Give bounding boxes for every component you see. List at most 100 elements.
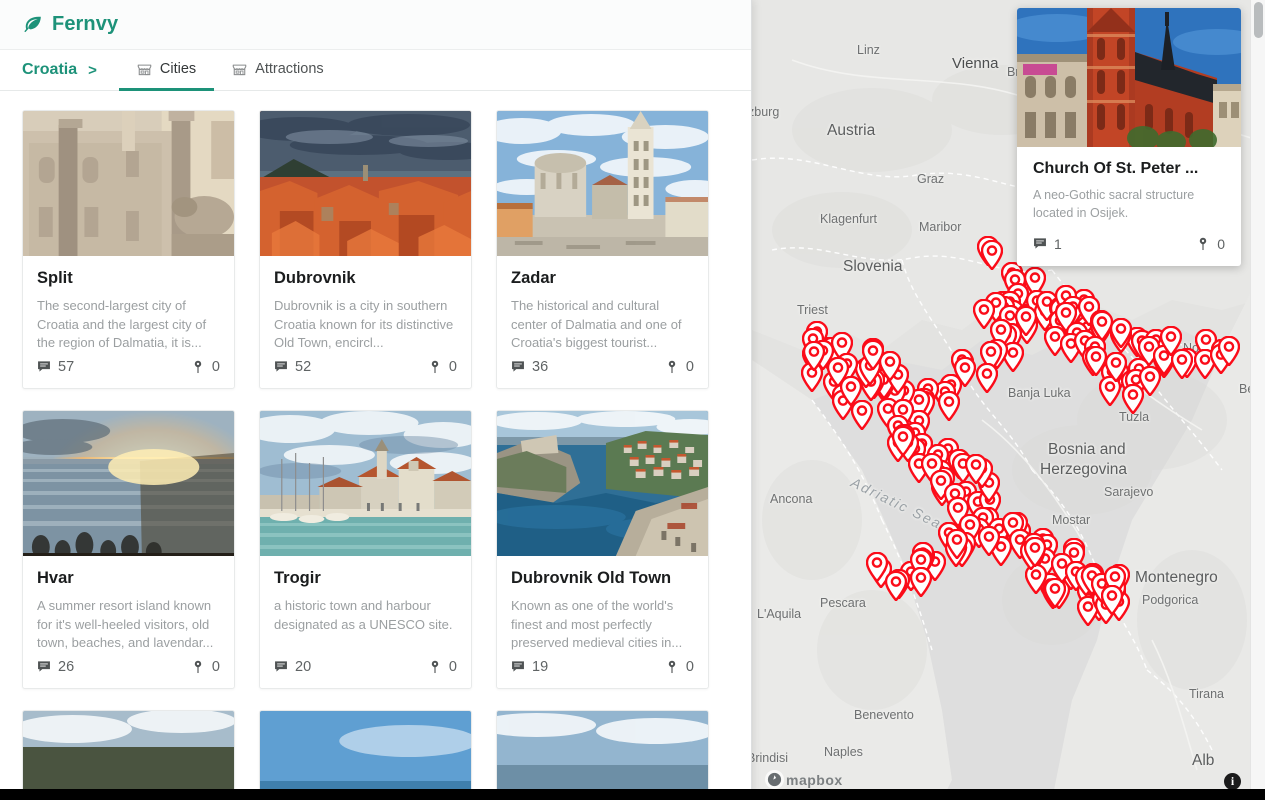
map-marker[interactable] [981,240,1003,270]
map-pin-icon [431,660,439,674]
pins-count-value: 0 [448,659,457,675]
map-marker-popup[interactable]: Church Of St. Peter ... A neo-Gothic sac… [1017,8,1241,266]
map-marker[interactable] [1139,366,1161,396]
map-marker[interactable] [1101,585,1123,615]
card-item[interactable]: Trogir a historic town and harbour desig… [259,410,472,689]
card-image [497,411,708,556]
notes-count-value: 19 [532,659,549,675]
storefront-icon [137,64,152,75]
card-body: Split The second-largest city of Croatia… [23,256,234,353]
notes-count: 1 [1033,236,1062,252]
notes-icon [275,661,287,672]
card-body: Hvar A summer resort island known for it… [23,556,234,653]
card-title: Trogir [274,569,321,587]
card-item[interactable]: Hvar A summer resort island known for it… [22,410,235,689]
next-card-photo [260,711,471,800]
card-item[interactable] [22,710,235,800]
card-description: The historical and cultural center of Da… [511,298,682,350]
card-image [260,411,471,556]
card-meta: 26 0 [23,653,234,688]
tab-bar: Croatia > Cities Attractions [0,50,752,91]
map-marker[interactable] [862,340,884,370]
map-marker[interactable] [866,552,888,582]
map-pin-icon [668,360,676,374]
map-marker[interactable] [938,391,960,421]
window-bottom-edge [0,789,1265,800]
card-item[interactable]: Dubrovnik Dubrovnik is a city in souther… [259,110,472,389]
map-marker[interactable] [885,571,907,601]
card-description: a historic town and harbour designated a… [274,598,453,632]
map-marker[interactable] [1171,349,1193,379]
tab-cities[interactable]: Cities [118,50,215,91]
map-pin-icon [431,360,439,374]
brand-logo[interactable]: Fernvy [22,13,118,36]
church-st-peter-photo [1017,8,1241,147]
breadcrumb[interactable]: Croatia > [22,50,119,90]
card-body: Dubrovnik Old Town Known as one of the w… [497,556,708,653]
notes-count: 36 [511,359,548,375]
notes-icon [38,661,50,672]
trogir-harbour-photo [260,411,471,556]
notes-count-value: 57 [58,359,75,375]
card-image [497,711,708,800]
pins-count-value: 0 [685,659,694,675]
next-card-photo [497,711,708,800]
map-marker[interactable] [1218,336,1240,366]
notes-count-value: 26 [58,659,75,675]
map-marker[interactable] [892,426,914,456]
map-marker[interactable] [978,526,1000,556]
map-info-button[interactable]: i [1224,773,1241,790]
notes-icon [512,661,524,672]
breadcrumb-label: Croatia [22,61,78,78]
storefront-icon [232,64,247,75]
card-title: Zadar [511,269,556,287]
card-description: A summer resort island known for it's we… [37,598,214,650]
card-item[interactable]: Split The second-largest city of Croatia… [22,110,235,389]
pins-count-value: 0 [211,659,220,675]
pins-count-value: 0 [211,359,220,375]
map-pin-icon [194,660,202,674]
card-meta: 52 0 [260,353,471,388]
card-grid: Split The second-largest city of Croatia… [22,92,730,800]
map-marker[interactable] [851,400,873,430]
popup-title: Church Of St. Peter ... [1033,160,1199,177]
card-item[interactable] [259,710,472,800]
pins-count: 0 [428,659,457,675]
mapbox-logo[interactable]: mapbox [764,769,852,790]
card-item[interactable] [496,710,709,800]
map-marker[interactable] [910,567,932,597]
hvar-sunset-photo [23,411,234,556]
next-card-photo [23,711,234,800]
map-marker[interactable] [1024,537,1046,567]
card-image [23,111,234,256]
popup-image [1017,8,1241,147]
notes-count: 20 [274,659,311,675]
map-marker[interactable] [946,529,968,559]
dubrovnik-oldtown-cliffs-photo [497,411,708,556]
page-scrollbar-thumb[interactable] [1254,2,1263,38]
notes-count: 57 [37,359,74,375]
pins-count: 0 [665,659,694,675]
map-marker[interactable] [1105,352,1127,382]
tab-attractions[interactable]: Attractions [214,50,342,91]
notes-count: 52 [274,359,311,375]
card-title: Split [37,269,73,287]
card-item[interactable]: Zadar The historical and cultural center… [496,110,709,389]
card-meta: 57 0 [23,353,234,388]
pins-count: 0 [428,359,457,375]
page-scrollbar[interactable] [1250,0,1265,800]
map-pin-icon [668,660,676,674]
card-list-scroll[interactable]: Split The second-largest city of Croatia… [0,92,752,800]
zadar-church-photo [497,111,708,256]
map-marker[interactable] [965,454,987,484]
map-marker[interactable] [976,363,998,393]
map-marker[interactable] [803,341,825,371]
card-image [497,111,708,256]
card-body: Dubrovnik Dubrovnik is a city in souther… [260,256,471,353]
map-marker[interactable] [1110,318,1132,348]
brand-name: Fernvy [52,13,119,35]
notes-count-value: 52 [295,359,312,375]
card-item[interactable]: Dubrovnik Old Town Known as one of the w… [496,410,709,689]
card-title: Dubrovnik Old Town [511,569,672,587]
card-title: Hvar [37,569,74,587]
